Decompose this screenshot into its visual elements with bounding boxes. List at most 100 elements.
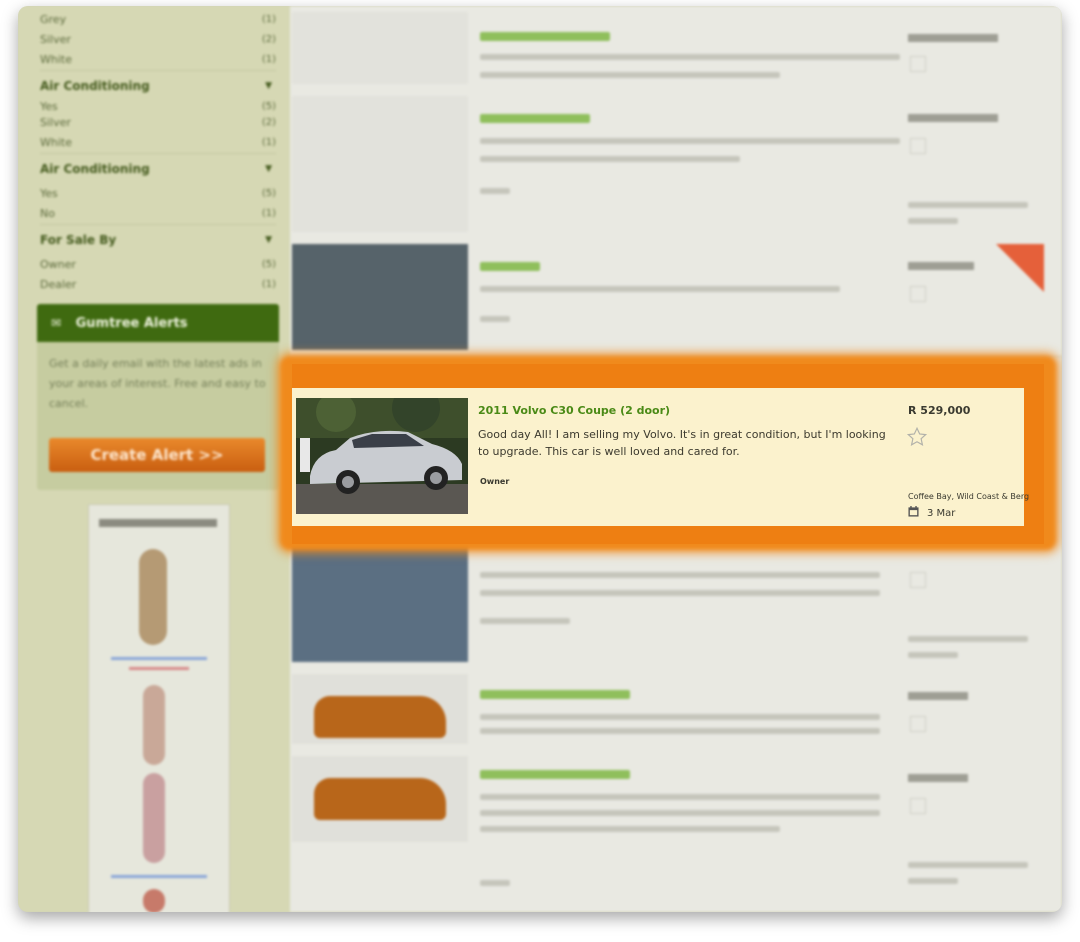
listing-location: Coffee Bay, Wild Coast & Berg xyxy=(908,492,1030,501)
filter-group-title: For Sale By xyxy=(40,233,117,247)
filter-count: (5) xyxy=(261,188,276,199)
listing-text xyxy=(480,826,780,832)
advert-image xyxy=(139,549,167,645)
advert-widget[interactable] xyxy=(88,504,230,912)
listing-seller xyxy=(480,880,510,886)
listing-location xyxy=(908,862,1028,868)
listing-item[interactable] xyxy=(290,90,1062,239)
listing-text xyxy=(480,728,880,734)
create-alert-button[interactable]: Create Alert >> xyxy=(49,438,265,472)
listing-item[interactable] xyxy=(290,238,1062,357)
filter-label: Yes xyxy=(40,187,58,200)
filter-group-air-conditioning[interactable]: Air Conditioning ▼ xyxy=(40,70,276,101)
listing-text xyxy=(480,138,900,144)
listing-title[interactable] xyxy=(480,690,630,699)
listing-item[interactable] xyxy=(290,668,1062,751)
filter-option-yes[interactable]: Yes (5) xyxy=(40,101,276,113)
listing-location xyxy=(908,636,1028,642)
listing-title[interactable] xyxy=(480,114,590,123)
filter-count: (2) xyxy=(261,117,276,128)
listing-text xyxy=(480,156,740,162)
listing-thumbnail[interactable] xyxy=(292,674,468,744)
listing-seller xyxy=(480,316,510,322)
star-icon[interactable] xyxy=(906,426,928,452)
chevron-down-icon: ▼ xyxy=(265,164,272,174)
advert-logo xyxy=(99,519,217,527)
advert-link[interactable] xyxy=(111,657,207,660)
filter-sidebar: Grey (1) Silver (2) White (1) Air Condit… xyxy=(18,6,290,912)
chevron-down-icon: ▼ xyxy=(265,235,272,245)
filter-label: Silver xyxy=(40,116,71,129)
listing-item[interactable] xyxy=(290,750,1062,912)
star-icon[interactable] xyxy=(910,572,926,588)
advert-image xyxy=(143,685,165,765)
envelope-icon: ✉ xyxy=(51,316,62,330)
filter-option-grey[interactable]: Grey (1) xyxy=(40,10,276,30)
featured-ribbon xyxy=(996,244,1044,292)
listing-date: 3 Mar xyxy=(927,508,956,519)
highlighted-listing[interactable]: 2011 Volvo C30 Coupe (2 door) Good day A… xyxy=(292,388,1029,526)
filter-count: (1) xyxy=(261,279,276,290)
filter-option-dealer[interactable]: Dealer (1) xyxy=(40,275,276,295)
listing-price xyxy=(908,774,968,782)
listing-date xyxy=(908,218,958,224)
listing-title[interactable] xyxy=(480,32,610,41)
filter-label: Owner xyxy=(40,258,76,271)
listing-thumbnail[interactable] xyxy=(292,96,468,232)
listing-text xyxy=(480,72,780,78)
filter-option-white[interactable]: White (1) xyxy=(40,50,276,70)
listing-item[interactable] xyxy=(290,6,1062,91)
car-photo xyxy=(296,398,468,514)
car-image xyxy=(314,696,446,738)
filter-option-no[interactable]: No (1) xyxy=(40,204,276,224)
alerts-panel: ✉ Gumtree Alerts Get a daily email with … xyxy=(37,304,279,490)
listing-text xyxy=(480,54,900,60)
listing-text xyxy=(480,572,880,578)
filter-count: (1) xyxy=(261,137,276,148)
listing-text xyxy=(480,590,880,596)
seller-type: Owner xyxy=(480,477,510,486)
filter-count: (1) xyxy=(261,208,276,219)
filter-count: (1) xyxy=(261,54,276,65)
filter-group-title: Air Conditioning xyxy=(40,162,150,176)
alerts-title: Gumtree Alerts xyxy=(75,316,188,331)
listing-title[interactable] xyxy=(480,262,540,271)
filter-count: (1) xyxy=(261,14,276,25)
listing-location xyxy=(908,202,1028,208)
listing-photo[interactable] xyxy=(296,398,468,514)
listing-seller xyxy=(480,618,570,624)
filter-option-silver[interactable]: Silver (2) xyxy=(40,113,276,133)
star-icon[interactable] xyxy=(910,138,926,154)
advert-image xyxy=(143,889,165,912)
advert-price xyxy=(129,667,189,670)
listing-description: Good day All! I am selling my Volvo. It'… xyxy=(478,428,886,458)
star-icon[interactable] xyxy=(910,286,926,302)
listing-text xyxy=(480,714,880,720)
filter-group-air-conditioning[interactable]: Air Conditioning ▼ xyxy=(40,153,276,184)
star-icon[interactable] xyxy=(910,716,926,732)
filter-option-owner[interactable]: Owner (5) xyxy=(40,255,276,275)
filter-label: White xyxy=(40,53,72,66)
filter-option-yes[interactable]: Yes (5) xyxy=(40,184,276,204)
advert-link[interactable] xyxy=(111,875,207,878)
listing-date-row: 3 Mar xyxy=(908,506,955,520)
filter-option-white[interactable]: White (1) xyxy=(40,133,276,153)
listing-title-link[interactable]: 2011 Volvo C30 Coupe (2 door) xyxy=(478,404,670,417)
filter-option-silver[interactable]: Silver (2) xyxy=(40,30,276,50)
listing-date xyxy=(908,652,958,658)
filter-group-title: Air Conditioning xyxy=(40,79,150,93)
listing-price xyxy=(908,692,968,700)
filter-label: Grey xyxy=(40,13,67,26)
filter-group-for-sale-by[interactable]: For Sale By ▼ xyxy=(40,224,276,255)
listing-text xyxy=(480,810,880,816)
listing-price xyxy=(908,114,998,122)
listing-thumbnail[interactable] xyxy=(292,12,468,84)
star-icon[interactable] xyxy=(910,798,926,814)
listing-title[interactable] xyxy=(480,770,630,779)
advert-image xyxy=(143,773,165,863)
star-icon[interactable] xyxy=(910,56,926,72)
filter-count: (5) xyxy=(261,259,276,270)
listing-thumbnail[interactable] xyxy=(292,756,468,842)
listing-thumbnail[interactable] xyxy=(292,244,468,350)
filter-label: Silver xyxy=(40,33,71,46)
